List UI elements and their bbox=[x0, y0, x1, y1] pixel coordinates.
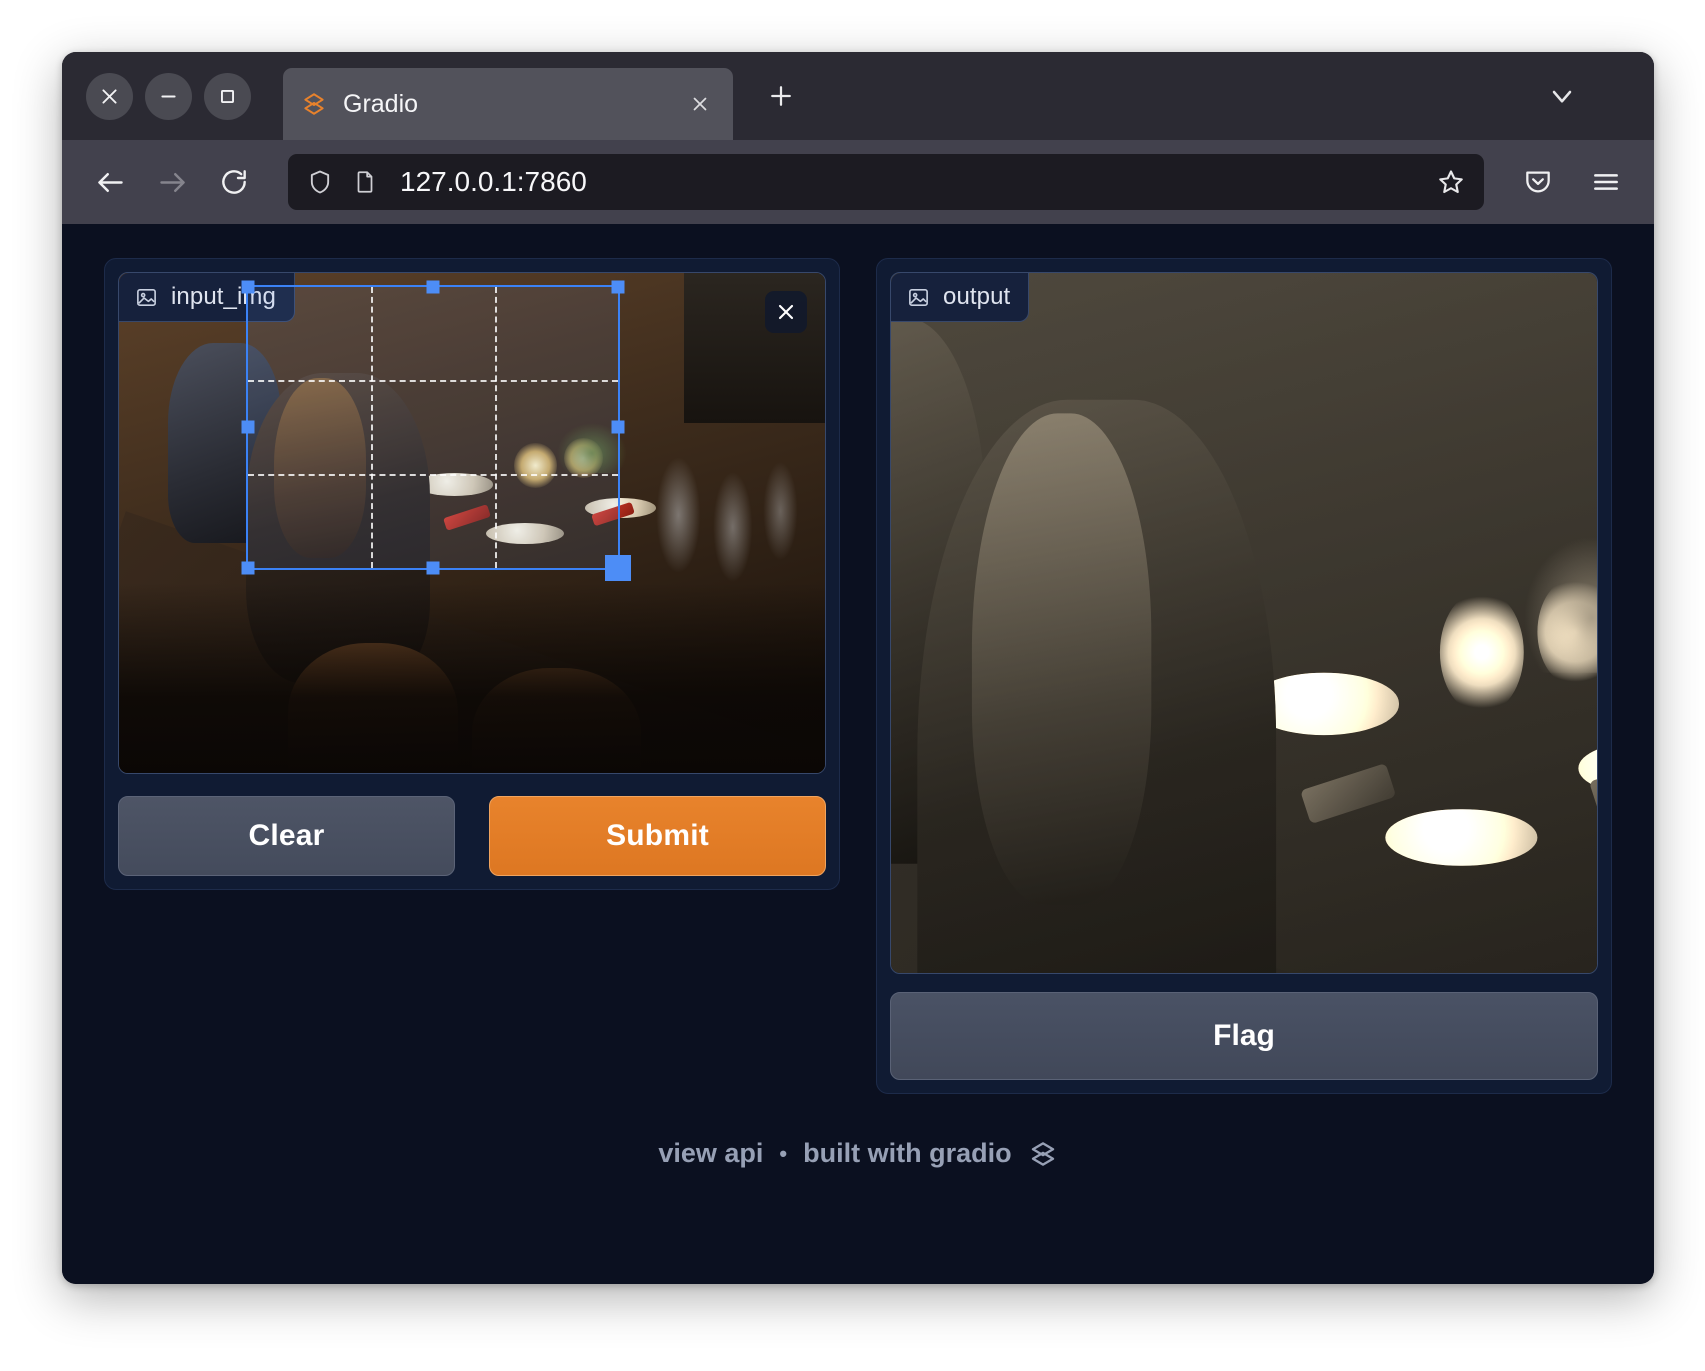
footer: view api • built with gradio bbox=[104, 1138, 1612, 1169]
gradio-logo-icon bbox=[301, 91, 327, 117]
hamburger-menu-icon[interactable] bbox=[1580, 156, 1632, 208]
maximize-window-button[interactable] bbox=[204, 72, 251, 120]
submit-button[interactable]: Submit bbox=[489, 796, 826, 876]
browser-tab-title: Gradio bbox=[343, 89, 419, 118]
built-with-gradio-link[interactable]: built with gradio bbox=[803, 1138, 1011, 1169]
reload-icon[interactable] bbox=[208, 156, 260, 208]
photo-scene-restaurant bbox=[119, 273, 825, 773]
chevron-down-icon[interactable] bbox=[1540, 74, 1584, 118]
input-panel: input_img Clear Submit bbox=[104, 258, 840, 890]
gradio-app: input_img Clear Submit output Flag view … bbox=[62, 224, 1654, 1284]
clear-button[interactable]: Clear bbox=[118, 796, 455, 876]
shield-icon bbox=[306, 168, 334, 196]
clear-image-button[interactable] bbox=[765, 291, 807, 333]
star-icon[interactable] bbox=[1436, 167, 1466, 197]
output-image-label-text: output bbox=[943, 283, 1011, 310]
output-panel: output Flag bbox=[876, 258, 1612, 1094]
input-image-label: input_img bbox=[119, 273, 295, 322]
browser-tab-gradio[interactable]: Gradio bbox=[283, 68, 733, 140]
pocket-icon[interactable] bbox=[1512, 156, 1564, 208]
page-viewport: input_img Clear Submit output Flag view … bbox=[62, 224, 1654, 1284]
output-photo bbox=[891, 273, 1597, 973]
input-image-component[interactable]: input_img bbox=[118, 272, 826, 774]
window-controls bbox=[86, 72, 251, 120]
footer-separator: • bbox=[779, 1140, 788, 1166]
url-text: 127.0.0.1:7860 bbox=[400, 166, 587, 197]
view-api-link[interactable]: view api bbox=[658, 1138, 763, 1169]
close-window-button[interactable] bbox=[86, 72, 133, 120]
output-image-label: output bbox=[891, 273, 1030, 322]
page-icon bbox=[352, 169, 378, 195]
navigation-toolbar: 127.0.0.1:7860 bbox=[62, 140, 1654, 224]
gradio-logo-icon bbox=[1028, 1139, 1058, 1169]
flag-button[interactable]: Flag bbox=[890, 992, 1598, 1080]
photo-scene-restaurant-sepia bbox=[891, 273, 1597, 973]
image-icon bbox=[135, 286, 158, 309]
tab-close-icon[interactable] bbox=[685, 89, 715, 119]
toolbar-right-actions bbox=[1512, 156, 1632, 208]
output-column: output Flag bbox=[876, 258, 1612, 1094]
input-image-label-text: input_img bbox=[171, 283, 276, 310]
output-image-component[interactable]: output bbox=[890, 272, 1598, 974]
image-icon bbox=[907, 286, 930, 309]
back-arrow-icon[interactable] bbox=[84, 156, 136, 208]
input-photo bbox=[119, 273, 825, 773]
minimize-window-button[interactable] bbox=[145, 72, 192, 120]
input-column: input_img Clear Submit bbox=[104, 258, 840, 890]
tab-strip: Gradio bbox=[62, 52, 1654, 140]
input-action-buttons: Clear Submit bbox=[118, 796, 826, 876]
main-row: input_img Clear Submit output Flag bbox=[104, 258, 1612, 1094]
forward-arrow-icon[interactable] bbox=[146, 156, 198, 208]
url-bar[interactable]: 127.0.0.1:7860 bbox=[288, 154, 1484, 210]
new-tab-button[interactable] bbox=[759, 74, 803, 118]
browser-window: Gradio 127.0.0.1:7860 input_img Clear Su… bbox=[62, 52, 1654, 1284]
